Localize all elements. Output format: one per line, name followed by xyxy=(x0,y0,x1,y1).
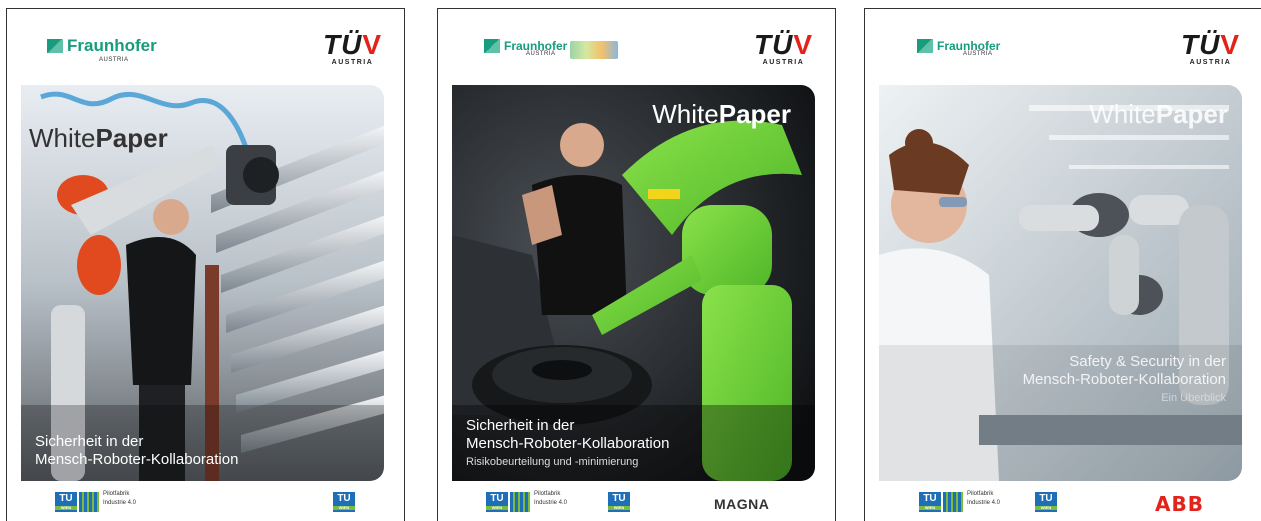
tuv-check-icon: V xyxy=(362,29,382,60)
whitepaper-cover-2[interactable]: Fraunhofer AUSTRIA TÜV AUSTRIA WhitePape… xyxy=(437,8,836,521)
fraunhofer-sub: AUSTRIA xyxy=(526,51,556,57)
tuv-logo: TÜV AUSTRIA xyxy=(322,29,382,67)
header-logos: Fraunhofer AUSTRIA TÜV AUSTRIA xyxy=(7,23,404,79)
footer-logos: TU WIEN Pilotfabrik Industrie 4.0 TU WIEN … xyxy=(865,486,1261,520)
whitepaper-title: WhitePaper xyxy=(1089,99,1228,129)
footer-logos: TU WIEN Pilotfabrik Industrie 4.0 TU WIEN … xyxy=(438,486,835,520)
header-logos: Fraunhofer AUSTRIA TÜV AUSTRIA xyxy=(438,23,835,79)
tu-wien-logo: TU WIEN xyxy=(55,492,77,512)
fraunhofer-mark-icon xyxy=(484,39,500,53)
cover-photo: WhitePaper Sicherheit in der Mensch-Robo… xyxy=(452,85,815,481)
fraunhofer-logo: Fraunhofer xyxy=(47,37,157,55)
pilotfabrik-icon xyxy=(510,492,530,512)
abb-logo: ABB xyxy=(1155,492,1204,516)
tuv-logo: TÜV AUSTRIA xyxy=(753,29,813,67)
pilotfabrik-logo: Pilotfabrik Industrie 4.0 xyxy=(967,491,1001,506)
header-logos: Fraunhofer AUSTRIA TÜV AUSTRIA xyxy=(865,23,1261,79)
tu-wien-logo-right: TU WIEN xyxy=(1035,492,1057,512)
partner-coop-logo xyxy=(570,41,618,59)
cover-photo: WhitePaper Sicherheit in der Mensch-Robo… xyxy=(21,85,384,481)
pilotfabrik-icon xyxy=(943,492,963,512)
cover-photo: WhitePaper Safety & Security in der Mens… xyxy=(879,85,1242,481)
fraunhofer-mark-icon xyxy=(917,39,933,53)
tu-wien-logo-right: TU WIEN xyxy=(333,492,355,512)
tu-wien-logo-right: TU WIEN xyxy=(608,492,630,512)
pilotfabrik-icon xyxy=(79,492,99,512)
tuv-logo: TÜV AUSTRIA xyxy=(1180,29,1240,67)
cover-caption: Safety & Security in der Mensch-Roboter-… xyxy=(1022,353,1226,404)
magna-logo: MAGNA xyxy=(714,496,770,512)
tu-wien-logo: TU WIEN xyxy=(919,492,941,512)
whitepaper-title: WhitePaper xyxy=(29,123,168,153)
fraunhofer-mark-icon xyxy=(47,39,63,53)
cover-caption: Sicherheit in der Mensch-Roboter-Kollabo… xyxy=(35,433,239,468)
tu-wien-logo: TU WIEN xyxy=(486,492,508,512)
fraunhofer-sub: AUSTRIA xyxy=(963,51,993,57)
tuv-check-icon: V xyxy=(1220,29,1240,60)
lab-robot-photo xyxy=(879,85,1242,481)
tuv-check-icon: V xyxy=(793,29,813,60)
whitepaper-title: WhitePaper xyxy=(652,99,791,129)
cover-caption: Sicherheit in der Mensch-Roboter-Kollabo… xyxy=(466,417,670,468)
fraunhofer-sub: AUSTRIA xyxy=(99,57,129,63)
footer-logos: TU WIEN Pilotfabrik Industrie 4.0 TU WIEN xyxy=(7,486,404,520)
whitepaper-cover-3[interactable]: Fraunhofer AUSTRIA TÜV AUSTRIA WhitePape… xyxy=(864,8,1261,521)
whitepaper-cover-1[interactable]: Fraunhofer AUSTRIA TÜV AUSTRIA WhitePape… xyxy=(6,8,405,521)
pilotfabrik-logo: Pilotfabrik Industrie 4.0 xyxy=(534,491,568,506)
pilotfabrik-logo: Pilotfabrik Industrie 4.0 xyxy=(103,491,137,506)
